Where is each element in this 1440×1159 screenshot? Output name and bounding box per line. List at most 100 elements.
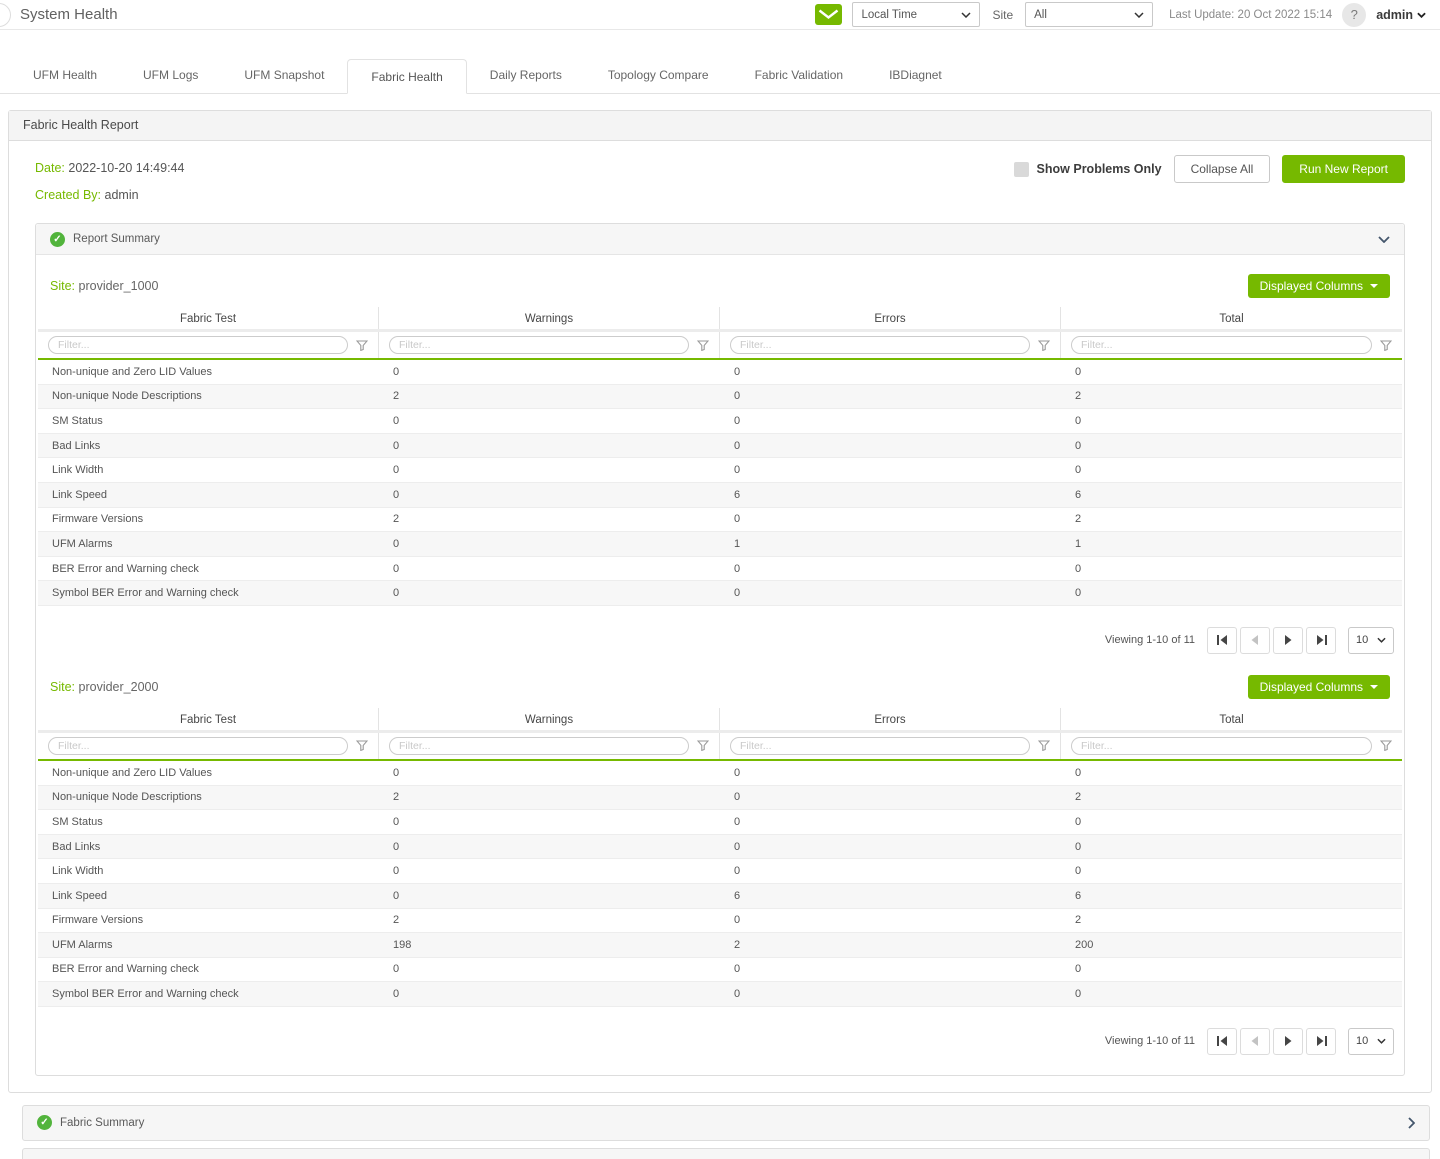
cell-warnings: 0 — [379, 563, 720, 575]
cell-warnings: 0 — [379, 440, 720, 452]
next-section-partial[interactable] — [22, 1148, 1430, 1159]
show-problems-checkbox[interactable] — [1014, 162, 1029, 177]
table-row[interactable]: BER Error and Warning check000 — [38, 958, 1402, 983]
table-row[interactable]: Non-unique and Zero LID Values000 — [38, 360, 1402, 385]
cell-test: Link Speed — [38, 489, 379, 501]
page-size-select[interactable]: 10 — [1348, 1028, 1394, 1055]
site-select[interactable]: All — [1025, 2, 1153, 27]
table-row[interactable]: SM Status000 — [38, 810, 1402, 835]
column-header-fabric-test[interactable]: Fabric Test — [38, 307, 379, 329]
table-row[interactable]: Link Width000 — [38, 859, 1402, 884]
table-row[interactable]: UFM Alarms1982200 — [38, 933, 1402, 958]
cell-warnings: 0 — [379, 587, 720, 599]
table-row[interactable]: Link Speed066 — [38, 483, 1402, 508]
table-row[interactable]: Non-unique and Zero LID Values000 — [38, 761, 1402, 786]
cell-total: 2 — [1061, 791, 1402, 803]
filter-input[interactable] — [1071, 336, 1372, 354]
column-header-errors[interactable]: Errors — [720, 708, 1061, 730]
fabric-health-report-panel: Fabric Health Report Date: 2022-10-20 14… — [8, 110, 1432, 1093]
filter-input[interactable] — [730, 336, 1030, 354]
previous-page-button[interactable] — [1240, 1028, 1270, 1055]
filter-input[interactable] — [1071, 737, 1372, 755]
tab-daily-reports[interactable]: Daily Reports — [467, 58, 585, 93]
cell-errors: 1 — [720, 538, 1061, 550]
filter-funnel-icon[interactable] — [356, 340, 368, 351]
table-row[interactable]: Bad Links000 — [38, 434, 1402, 459]
tab-topology-compare[interactable]: Topology Compare — [585, 58, 732, 93]
filter-funnel-icon[interactable] — [1380, 740, 1392, 751]
timezone-select[interactable]: Local Time — [852, 2, 980, 27]
cell-warnings: 0 — [379, 464, 720, 476]
filter-funnel-icon[interactable] — [1038, 740, 1050, 751]
table-row[interactable]: Link Speed066 — [38, 884, 1402, 909]
user-menu[interactable]: admin — [1376, 8, 1426, 22]
displayed-columns-button[interactable]: Displayed Columns — [1248, 274, 1390, 298]
filter-input[interactable] — [730, 737, 1030, 755]
table-header-row: Fabric Test Warnings Errors Total — [38, 307, 1402, 332]
sidebar-toggle[interactable] — [0, 3, 11, 27]
tab-fabric-health[interactable]: Fabric Health — [347, 59, 466, 94]
filter-input[interactable] — [48, 737, 348, 755]
fabric-summary-header[interactable]: ✓ Fabric Summary — [22, 1105, 1430, 1141]
filter-funnel-icon[interactable] — [1380, 340, 1392, 351]
cell-total: 1 — [1061, 538, 1402, 550]
tab-ibdiagnet[interactable]: IBDiagnet — [866, 58, 965, 93]
first-page-button[interactable] — [1207, 1028, 1237, 1055]
table-row[interactable]: Firmware Versions202 — [38, 508, 1402, 533]
column-header-total[interactable]: Total — [1061, 307, 1402, 329]
table-row[interactable]: UFM Alarms011 — [38, 532, 1402, 557]
table-row[interactable]: SM Status000 — [38, 409, 1402, 434]
cell-errors: 0 — [720, 563, 1061, 575]
column-header-warnings[interactable]: Warnings — [379, 708, 720, 730]
filter-funnel-icon[interactable] — [1038, 340, 1050, 351]
chevron-down-icon[interactable] — [1378, 236, 1390, 243]
table-row[interactable]: Non-unique Node Descriptions202 — [38, 786, 1402, 811]
filter-input[interactable] — [48, 336, 348, 354]
column-header-errors[interactable]: Errors — [720, 307, 1061, 329]
column-header-fabric-test[interactable]: Fabric Test — [38, 708, 379, 730]
displayed-columns-button[interactable]: Displayed Columns — [1248, 675, 1390, 699]
previous-page-button[interactable] — [1240, 627, 1270, 654]
table-row[interactable]: Link Width000 — [38, 458, 1402, 483]
cell-errors: 6 — [720, 489, 1061, 501]
filter-funnel-icon[interactable] — [697, 740, 709, 751]
first-page-button[interactable] — [1207, 627, 1237, 654]
column-header-warnings[interactable]: Warnings — [379, 307, 720, 329]
page-size-select[interactable]: 10 — [1348, 627, 1394, 654]
filter-input[interactable] — [389, 737, 689, 755]
cell-errors: 0 — [720, 988, 1061, 1000]
run-new-report-button[interactable]: Run New Report — [1282, 155, 1405, 183]
column-header-total[interactable]: Total — [1061, 708, 1402, 730]
site-label: Site — [992, 8, 1013, 22]
mail-icon[interactable] — [815, 4, 842, 25]
cell-errors: 2 — [720, 939, 1061, 951]
table-row[interactable]: Firmware Versions202 — [38, 909, 1402, 934]
last-page-button[interactable] — [1306, 1028, 1336, 1055]
cell-test: Symbol BER Error and Warning check — [38, 988, 379, 1000]
table-row[interactable]: Symbol BER Error and Warning check000 — [38, 982, 1402, 1007]
tab-fabric-validation[interactable]: Fabric Validation — [732, 58, 867, 93]
tab-ufm-logs[interactable]: UFM Logs — [120, 58, 221, 93]
next-page-button[interactable] — [1273, 1028, 1303, 1055]
site-value: provider_2000 — [79, 680, 159, 694]
table-row[interactable]: BER Error and Warning check000 — [38, 557, 1402, 582]
cell-test: Link Speed — [38, 890, 379, 902]
cell-errors: 0 — [720, 791, 1061, 803]
tab-ufm-snapshot[interactable]: UFM Snapshot — [221, 58, 347, 93]
site-section-provider-2000: Site: provider_2000 Displayed Columns Fa… — [38, 660, 1402, 1061]
table-row[interactable]: Non-unique Node Descriptions202 — [38, 385, 1402, 410]
help-button[interactable]: ? — [1342, 3, 1366, 27]
collapse-all-button[interactable]: Collapse All — [1174, 155, 1271, 183]
report-summary-header[interactable]: ✓ Report Summary — [36, 224, 1404, 255]
next-page-button[interactable] — [1273, 627, 1303, 654]
page-size-value: 10 — [1356, 634, 1368, 646]
filter-input[interactable] — [389, 336, 689, 354]
last-page-button[interactable] — [1306, 627, 1336, 654]
cell-total: 0 — [1061, 440, 1402, 452]
filter-funnel-icon[interactable] — [697, 340, 709, 351]
table-row[interactable]: Bad Links000 — [38, 835, 1402, 860]
filter-funnel-icon[interactable] — [356, 740, 368, 751]
tab-ufm-health[interactable]: UFM Health — [10, 58, 120, 93]
chevron-right-icon[interactable] — [1408, 1117, 1415, 1129]
table-row[interactable]: Symbol BER Error and Warning check000 — [38, 581, 1402, 606]
